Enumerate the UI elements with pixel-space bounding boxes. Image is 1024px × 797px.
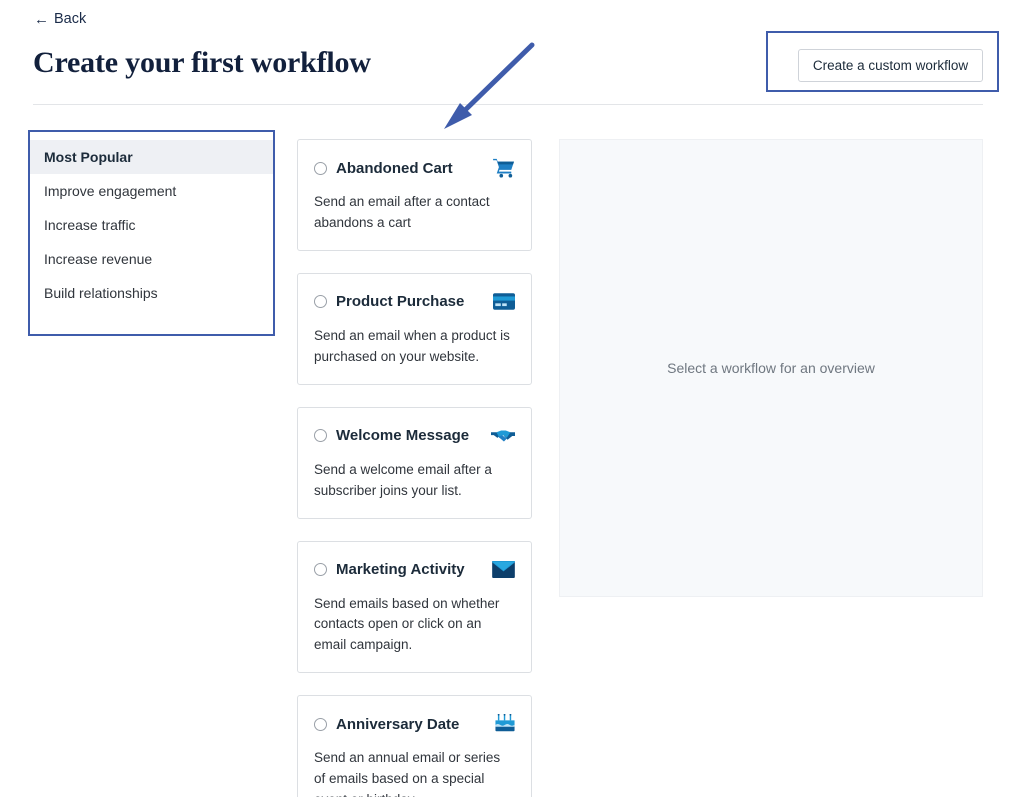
workflow-radio-marketing-activity[interactable] (314, 563, 327, 577)
workflow-card-header: Marketing Activity (314, 559, 515, 581)
workflow-radio-product-purchase[interactable] (314, 295, 327, 309)
workflow-radio-abandoned-cart[interactable] (314, 161, 327, 175)
sidebar-item-most-popular[interactable]: Most Popular (30, 140, 273, 174)
workflow-description: Send an annual email or series of emails… (314, 750, 501, 797)
workflow-radio-welcome-message[interactable] (314, 429, 327, 443)
workflow-card-header: Product Purchase (314, 291, 515, 313)
sidebar-item-label: Most Popular (44, 149, 133, 165)
annotation-arrow-icon (444, 42, 535, 129)
credit-card-icon (491, 291, 515, 313)
workflow-card-anniversary-date[interactable]: Anniversary Date Send an annual email or… (297, 695, 532, 797)
birthday-cake-icon (491, 713, 515, 735)
sidebar-item-label: Build relationships (44, 285, 158, 301)
back-label: Back (54, 11, 87, 28)
sidebar-item-label: Increase revenue (44, 251, 153, 267)
create-custom-workflow-button[interactable]: Create a custom workflow (798, 49, 983, 82)
back-link[interactable]: ← Back (34, 12, 86, 27)
workflow-description: Send a welcome email after a subscriber … (314, 461, 492, 498)
workflow-title: Product Purchase (336, 293, 465, 311)
envelope-icon (491, 559, 515, 581)
workflow-preview-panel: Select a workflow for an overview (559, 139, 983, 597)
sidebar-item-label: Increase traffic (44, 217, 136, 233)
workflow-card-list: Abandoned Cart Send an email after a con… (297, 139, 532, 797)
page-title: Create your first workflow (33, 46, 371, 79)
workflow-card-header: Abandoned Cart (314, 157, 515, 179)
workflow-radio-anniversary-date[interactable] (314, 717, 327, 731)
workflow-card-welcome-message[interactable]: Welcome Message Send a welcome email aft… (297, 406, 532, 519)
workflow-title: Marketing Activity (336, 561, 465, 579)
preview-empty-text: Select a workflow for an overview (667, 360, 875, 376)
sidebar-item-increase-revenue[interactable]: Increase revenue (30, 242, 273, 276)
header-divider (33, 104, 983, 105)
workflow-selection-page: ← Back Create your first workflow Create… (0, 0, 1024, 797)
sidebar-item-increase-traffic[interactable]: Increase traffic (30, 208, 273, 242)
workflow-title: Welcome Message (336, 427, 470, 445)
workflow-description: Send an email when a product is purchase… (314, 327, 510, 364)
workflow-card-product-purchase[interactable]: Product Purchase Send an email when a pr… (297, 272, 532, 385)
handshake-icon (491, 425, 515, 447)
arrow-left-icon: ← (34, 11, 49, 28)
workflow-card-marketing-activity[interactable]: Marketing Activity Send emails based on … (297, 540, 532, 674)
sidebar-item-build-relationships[interactable]: Build relationships (30, 276, 273, 310)
workflow-card-abandoned-cart[interactable]: Abandoned Cart Send an email after a con… (297, 139, 532, 251)
shopping-cart-icon (491, 157, 515, 179)
workflow-description: Send an email after a contact abandons a… (314, 194, 490, 230)
sidebar-item-label: Improve engagement (44, 183, 177, 199)
workflow-description: Send emails based on whether contacts op… (314, 595, 500, 653)
workflow-card-header: Anniversary Date (314, 713, 515, 735)
workflow-title: Abandoned Cart (336, 159, 453, 177)
sidebar-item-improve-engagement[interactable]: Improve engagement (30, 174, 273, 208)
category-list: Most Popular Improve engagement Increase… (30, 132, 273, 334)
category-list-annotation-box: Most Popular Improve engagement Increase… (28, 130, 275, 336)
workflow-title: Anniversary Date (336, 715, 460, 733)
workflow-card-header: Welcome Message (314, 425, 515, 447)
